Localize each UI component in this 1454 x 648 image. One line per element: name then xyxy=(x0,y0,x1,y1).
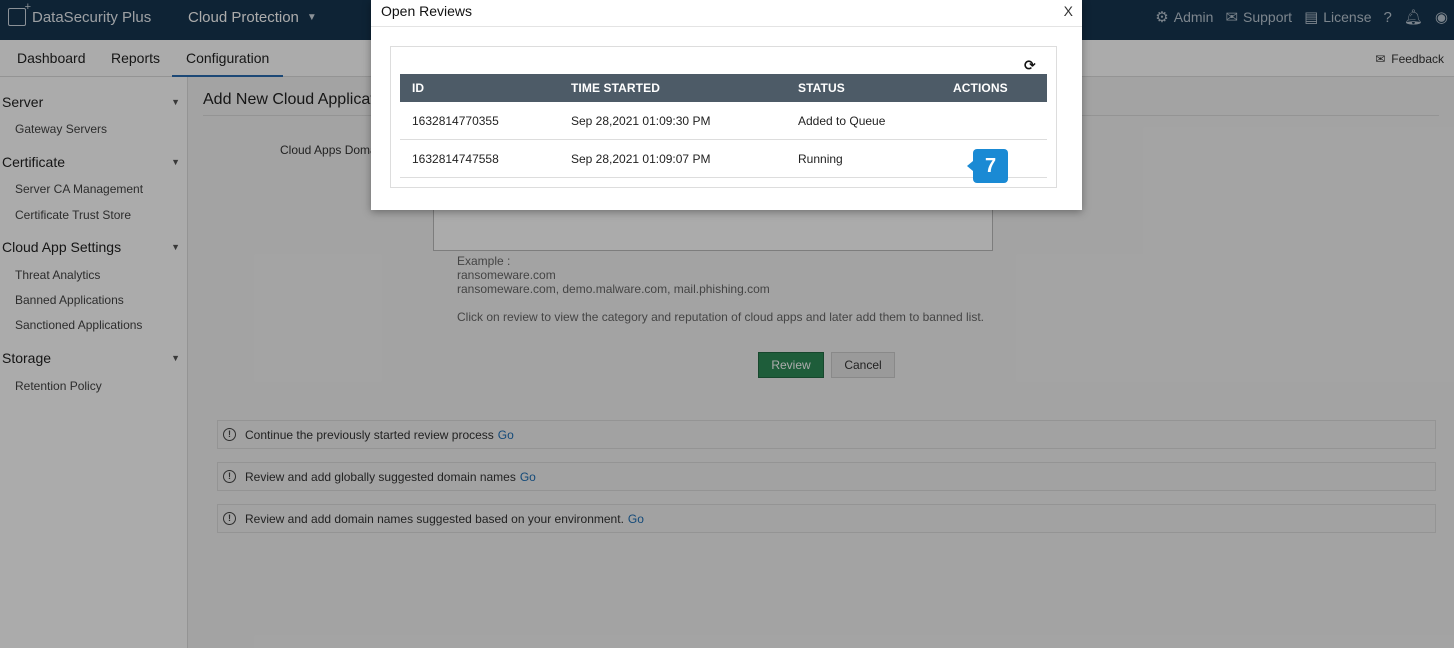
cell-id: 1632814770355 xyxy=(412,114,499,128)
column-header-status: STATUS xyxy=(798,81,845,95)
table-row[interactable]: 1632814770355 Sep 28,2021 01:09:30 PM Ad… xyxy=(400,102,1047,140)
cell-time: Sep 28,2021 01:09:30 PM xyxy=(571,114,711,128)
cell-status: Running xyxy=(798,152,843,166)
dialog-header: Open Reviews X xyxy=(371,0,1082,27)
cell-id: 1632814747558 xyxy=(412,152,499,166)
close-button[interactable]: X xyxy=(1064,3,1073,19)
cell-time: Sep 28,2021 01:09:07 PM xyxy=(571,152,711,166)
table-row[interactable]: 1632814747558 Sep 28,2021 01:09:07 PM Ru… xyxy=(400,140,1047,178)
column-header-time: TIME STARTED xyxy=(571,81,660,95)
cell-status: Added to Queue xyxy=(798,114,886,128)
table-header: ID TIME STARTED STATUS ACTIONS xyxy=(400,74,1047,102)
refresh-icon[interactable]: ⟳ xyxy=(1024,57,1036,74)
column-header-id: ID xyxy=(412,81,425,95)
step-number-badge: 7 xyxy=(967,149,1008,183)
dialog-title: Open Reviews xyxy=(381,3,473,19)
column-header-actions: ACTIONS xyxy=(953,81,1008,95)
